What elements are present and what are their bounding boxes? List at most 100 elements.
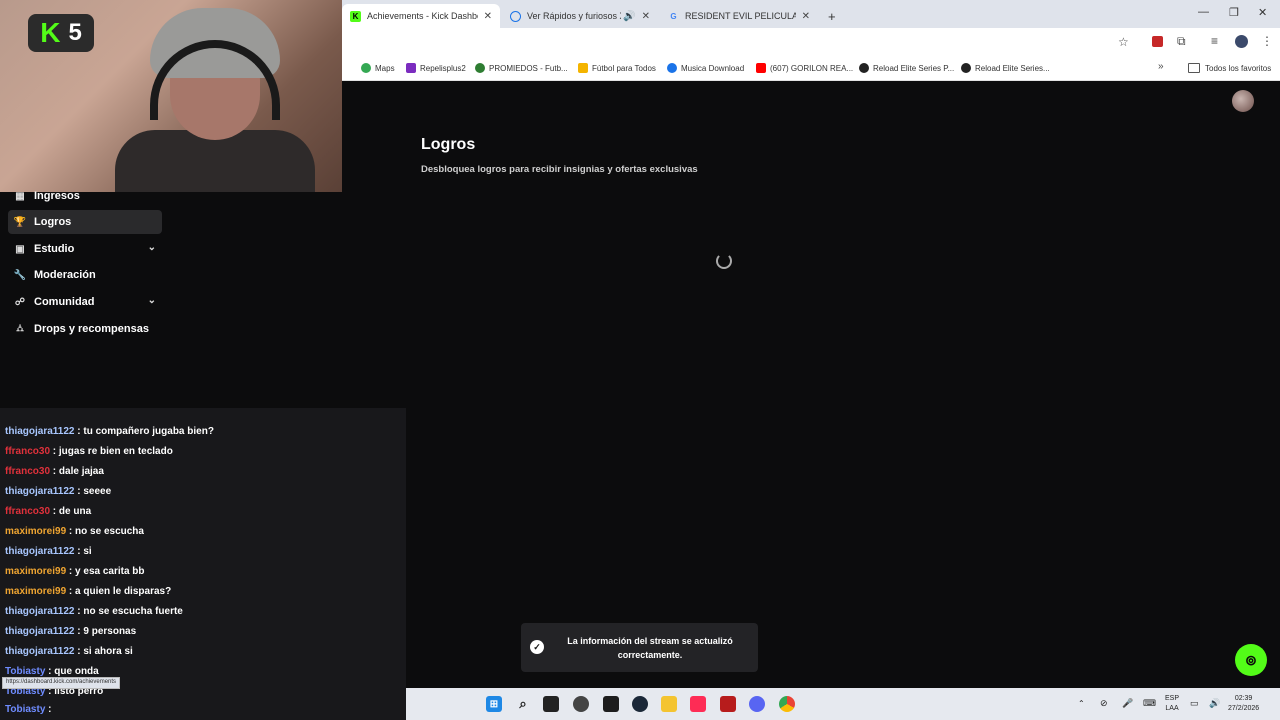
windows-start-icon[interactable]: ⊞ [486, 696, 502, 712]
restore-icon[interactable]: ❐ [1229, 6, 1239, 19]
close-icon[interactable]: ✕ [484, 11, 492, 22]
sidebar-item-logros[interactable]: 🏆 Logros [8, 210, 162, 234]
chat-message: : no se escucha [66, 526, 144, 537]
folder-icon [1188, 63, 1200, 73]
acrobat-icon[interactable] [720, 696, 736, 712]
promiedos-icon [475, 63, 485, 73]
bookmark-all-favorites[interactable]: Todos los favoritos [1188, 61, 1271, 75]
tab-achievements[interactable]: K Achievements - Kick Dashboard ✕ [342, 4, 500, 28]
bookmark-reload-1[interactable]: Reload Elite Series P... [859, 61, 954, 75]
close-icon[interactable]: ✕ [802, 11, 810, 22]
tab-rapidos[interactable]: Ver Rápidos y furiosos X Or 🔊 ✕ [502, 4, 658, 28]
new-tab-button[interactable]: + [820, 4, 840, 28]
chat-overlay: thiagojara1122 : tu compañero jugaba bie… [0, 408, 406, 720]
maps-icon [361, 63, 371, 73]
clock[interactable]: 02:39 27/2/2026 [1228, 694, 1259, 714]
task-view-icon[interactable] [543, 696, 559, 712]
more-bookmarks-icon[interactable]: » [1158, 61, 1164, 72]
tab-label: RESIDENT EVIL PELICULA SAGA [685, 11, 796, 21]
keyboard-icon[interactable]: ⌨ [1143, 698, 1156, 708]
chevron-down-icon[interactable]: ⌄ [148, 295, 156, 306]
bookmark-label: Fútbol para Todos [592, 63, 656, 73]
sidebar-item-drops[interactable]: ⛼ Drops y recompensas [8, 317, 162, 341]
chat-username: thiagojara1122 [5, 606, 75, 617]
support-button[interactable]: ⊚ [1235, 644, 1267, 676]
reload-icon [961, 63, 971, 73]
chat-line: ffranco30 : jugas re bien en teclado [5, 446, 173, 457]
musica-icon [667, 63, 677, 73]
menu-icon[interactable]: ⋮ [1261, 34, 1273, 48]
kick-icon: K [350, 10, 361, 22]
volume-icon[interactable]: 🔊 [1209, 698, 1220, 708]
sidebar-item-moderacion[interactable]: 🔧 Moderación [8, 263, 162, 287]
obs-icon[interactable] [573, 696, 589, 712]
chat-message: : que onda [45, 666, 99, 677]
chat-message: : si [74, 546, 92, 557]
chat-line: thiagojara1122 : seeee [5, 486, 111, 497]
loading-spinner [716, 253, 732, 269]
media-icon[interactable]: ≡ [1211, 34, 1218, 48]
bookmark-gorilon[interactable]: (607) GORILON REA... [756, 61, 853, 75]
folder-icon[interactable] [661, 696, 677, 712]
battery-icon[interactable]: ▭ [1190, 698, 1199, 708]
avatar[interactable] [1232, 90, 1254, 112]
page-title: Logros [421, 136, 476, 153]
close-icon[interactable]: ✕ [642, 11, 650, 22]
app-icon[interactable] [603, 696, 619, 712]
chat-message: : seeee [74, 486, 112, 497]
tab-label: Ver Rápidos y furiosos X Or [527, 11, 621, 21]
bookmark-futbol[interactable]: Fútbol para Todos [578, 61, 656, 75]
chevron-up-icon[interactable]: ⌃ [1078, 699, 1085, 709]
steam-icon[interactable] [632, 696, 648, 712]
sidebar-item-comunidad[interactable]: ☍ Comunidad ⌄ [8, 290, 162, 314]
sidebar-item-estudio[interactable]: ▣ Estudio ⌄ [8, 237, 162, 261]
puzzle-icon[interactable]: ⧉ [1177, 34, 1186, 49]
search-icon[interactable]: ⌕ [515, 696, 531, 712]
chat-message: : jugas re bien en teclado [50, 446, 173, 457]
tab-resident-evil[interactable]: G RESIDENT EVIL PELICULA SAGA ✕ [660, 4, 818, 28]
webcam-overlay: K 5 [0, 0, 342, 192]
chat-message: : tu compañero jugaba bien? [74, 426, 214, 437]
chat-username: thiagojara1122 [5, 626, 75, 637]
bookmark-label: PROMIEDOS - Futb... [489, 63, 568, 73]
chevron-down-icon[interactable]: ⌄ [148, 242, 156, 253]
bookmark-label: Todos los favoritos [1205, 63, 1272, 73]
headset-icon: ⊚ [1245, 651, 1257, 668]
microphone-icon[interactable]: 🎤 [1122, 698, 1133, 708]
chat-line: ffranco30 : de una [5, 506, 91, 517]
tiktok-icon[interactable] [690, 696, 706, 712]
network-icon[interactable]: ⊘ [1100, 698, 1108, 708]
chat-username: ffranco30 [5, 446, 51, 457]
chat-line: ffranco30 : dale jajaa [5, 466, 104, 477]
repelis-icon [406, 63, 416, 73]
sidebar-item-label: Logros [34, 216, 72, 228]
globe-icon [510, 10, 521, 22]
discord-icon[interactable] [749, 696, 765, 712]
bookmark-label: Maps [375, 63, 395, 73]
language-indicator[interactable]: ESP LAA [1165, 694, 1179, 714]
bookmark-repelisplus[interactable]: Repelisplus2 [406, 61, 466, 75]
clock-time: 02:39 [1234, 695, 1253, 702]
bookmark-label: Musica Download [681, 63, 745, 73]
bookmark-musica[interactable]: Musica Download [667, 61, 744, 75]
speaker-icon[interactable]: 🔊 [623, 11, 635, 22]
bookmark-reload-2[interactable]: Reload Elite Series... [961, 61, 1050, 75]
chat-line: maximorei99 : no se escucha [5, 526, 144, 537]
youtube-icon [756, 63, 766, 73]
profile-icon[interactable] [1235, 35, 1248, 48]
chat-username: Tobiasty [5, 704, 46, 715]
bookmark-label: Reload Elite Series P... [873, 63, 955, 73]
close-window-icon[interactable]: ✕ [1258, 6, 1267, 19]
minimize-icon[interactable]: — [1198, 6, 1209, 18]
star-icon[interactable]: ☆ [1118, 35, 1129, 49]
extension-icon[interactable] [1152, 36, 1163, 47]
chrome-icon[interactable] [779, 696, 795, 712]
bookmark-maps[interactable]: Maps [361, 61, 395, 75]
kick-logo-badge: K 5 [28, 14, 94, 52]
clock-date: 27/2/2026 [1228, 705, 1260, 712]
sidebar-item-label: Drops y recompensas [34, 323, 149, 335]
bookmark-promiedos[interactable]: PROMIEDOS - Futb... [475, 61, 568, 75]
studio-icon: ▣ [15, 243, 25, 255]
sidebar-item-ingresos[interactable]: ▦ Ingresos [8, 184, 162, 208]
kick-letter: K [40, 17, 61, 48]
